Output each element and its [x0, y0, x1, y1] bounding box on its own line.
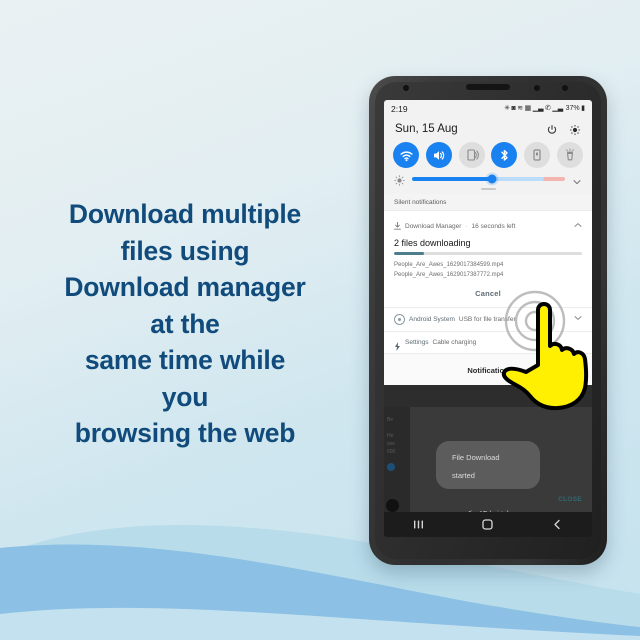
close-button[interactable]: CLOSE [558, 496, 582, 503]
notification-settings[interactable]: Settings Cable charging [384, 331, 592, 354]
headline-line: browsing the web [74, 418, 296, 448]
notification-app-name: Android System [409, 315, 455, 323]
notification-app-name: Download Manager [405, 222, 462, 230]
bolt-icon [394, 338, 401, 351]
mobile-data-icon: ▦ [524, 105, 532, 112]
bluetooth-icon: ✳ [504, 105, 510, 112]
notification-android-system[interactable]: Android System USB for file transfer [384, 307, 592, 332]
date-label: Sun, 15 Aug [395, 123, 458, 135]
background-wave-pale [0, 588, 640, 640]
status-time: 2:19 [391, 103, 408, 114]
download-progress-fill [394, 252, 425, 255]
list-item: People_Are_Awes_1629017384599.mp4 [394, 261, 504, 268]
headline-line: same time while [84, 345, 286, 375]
headline-line: you [161, 381, 209, 412]
power-icon[interactable] [546, 123, 558, 135]
home-icon[interactable] [480, 517, 496, 533]
back-icon[interactable] [549, 517, 565, 533]
notification-time-left: 16 seconds left [471, 222, 516, 230]
signal-2-icon: ▁▃ [552, 105, 564, 112]
battery-icon: ▮ [581, 105, 585, 112]
download-file-list: People_Are_Awes_1629017384599.mp4 People… [394, 260, 582, 280]
cancel-button[interactable]: Cancel [475, 289, 501, 298]
status-icons: ✳ ◙ ≋ ▦ ▁▃ ✆ ▁▃ 37% ▮ [504, 105, 585, 112]
notification-shade: Silent notifications Download Manager · … [384, 194, 592, 385]
phone-screen[interactable]: Be He ove 600 File Download started CLOS… [384, 100, 592, 537]
silent-notifications-label: Silent notifications [384, 194, 592, 211]
quick-panel-header: Sun, 15 Aug [384, 117, 592, 138]
quick-settings-panel: Sun, 15 Aug [384, 117, 592, 194]
gear-icon[interactable] [569, 123, 581, 136]
quick-toggles [384, 138, 592, 170]
notification-detail: USB for file transfer [458, 315, 516, 323]
notification-detail: Cable charging [432, 338, 477, 346]
headline-line: Download manager [64, 272, 306, 302]
list-item: People_Are_Awes_1629017387772.mp4 [394, 271, 504, 278]
phone-mockup: Be He ove 600 File Download started CLOS… [369, 76, 607, 565]
toggle-sound[interactable] [425, 142, 452, 168]
brightness-slider[interactable] [412, 174, 565, 183]
notification-settings-footer[interactable]: Notification [384, 353, 592, 385]
alarm-icon: ◙ [511, 105, 516, 112]
toggle-nfc[interactable] [458, 142, 485, 168]
chevron-down-icon[interactable] [574, 315, 582, 323]
toggle-wifi[interactable] [393, 142, 419, 168]
toast-message: File Download started [436, 441, 540, 489]
notification-download-manager[interactable]: Download Manager · 16 seconds left 2 fil… [384, 211, 592, 308]
proximity-sensor-icon [534, 85, 540, 91]
wifi-calling-icon: ≋ [517, 105, 524, 112]
page-title: Download multiple files using Download m… [20, 196, 350, 452]
notification-app-name: Settings [405, 338, 429, 346]
brightness-icon [394, 173, 405, 186]
front-camera-icon [403, 85, 409, 91]
poster-canvas: Download multiple files using Download m… [0, 0, 640, 640]
toggle-auto-rotate[interactable] [524, 142, 551, 168]
brightness-slider-knob[interactable] [487, 174, 497, 183]
brightness-row [384, 170, 592, 186]
headline-line: Download multiple [68, 199, 302, 229]
earpiece-speaker [466, 84, 510, 90]
chevron-down-icon[interactable] [572, 174, 582, 184]
download-icon [394, 217, 401, 235]
chevron-up-icon[interactable] [574, 222, 582, 230]
recents-icon[interactable] [411, 517, 427, 533]
phone-top-bezel [369, 76, 607, 99]
signal-icon: ▁▃ [532, 105, 544, 112]
notification-header: Download Manager · 16 seconds left [394, 217, 582, 235]
toggle-flashlight[interactable] [556, 142, 583, 168]
headline-line: files using [120, 235, 250, 266]
android-system-icon [394, 313, 405, 325]
toast-text: File Download started [452, 453, 500, 480]
panel-grabber[interactable] [480, 188, 496, 190]
app-behind-dimmed: Be He ove 600 File Download started CLOS… [384, 407, 592, 537]
headline-line: at the [150, 308, 220, 339]
navigation-bar [384, 512, 592, 537]
light-sensor-icon [562, 85, 568, 91]
status-bar: 2:19 ✳ ◙ ≋ ▦ ▁▃ ✆ ▁▃ 37% ▮ [384, 100, 592, 117]
notification-title: 2 files downloading [394, 238, 471, 248]
battery-percent: 37% [565, 105, 580, 112]
toggle-bluetooth[interactable] [491, 142, 518, 168]
vibrate-icon: ✆ [544, 105, 551, 112]
download-progress-bar [394, 252, 582, 255]
